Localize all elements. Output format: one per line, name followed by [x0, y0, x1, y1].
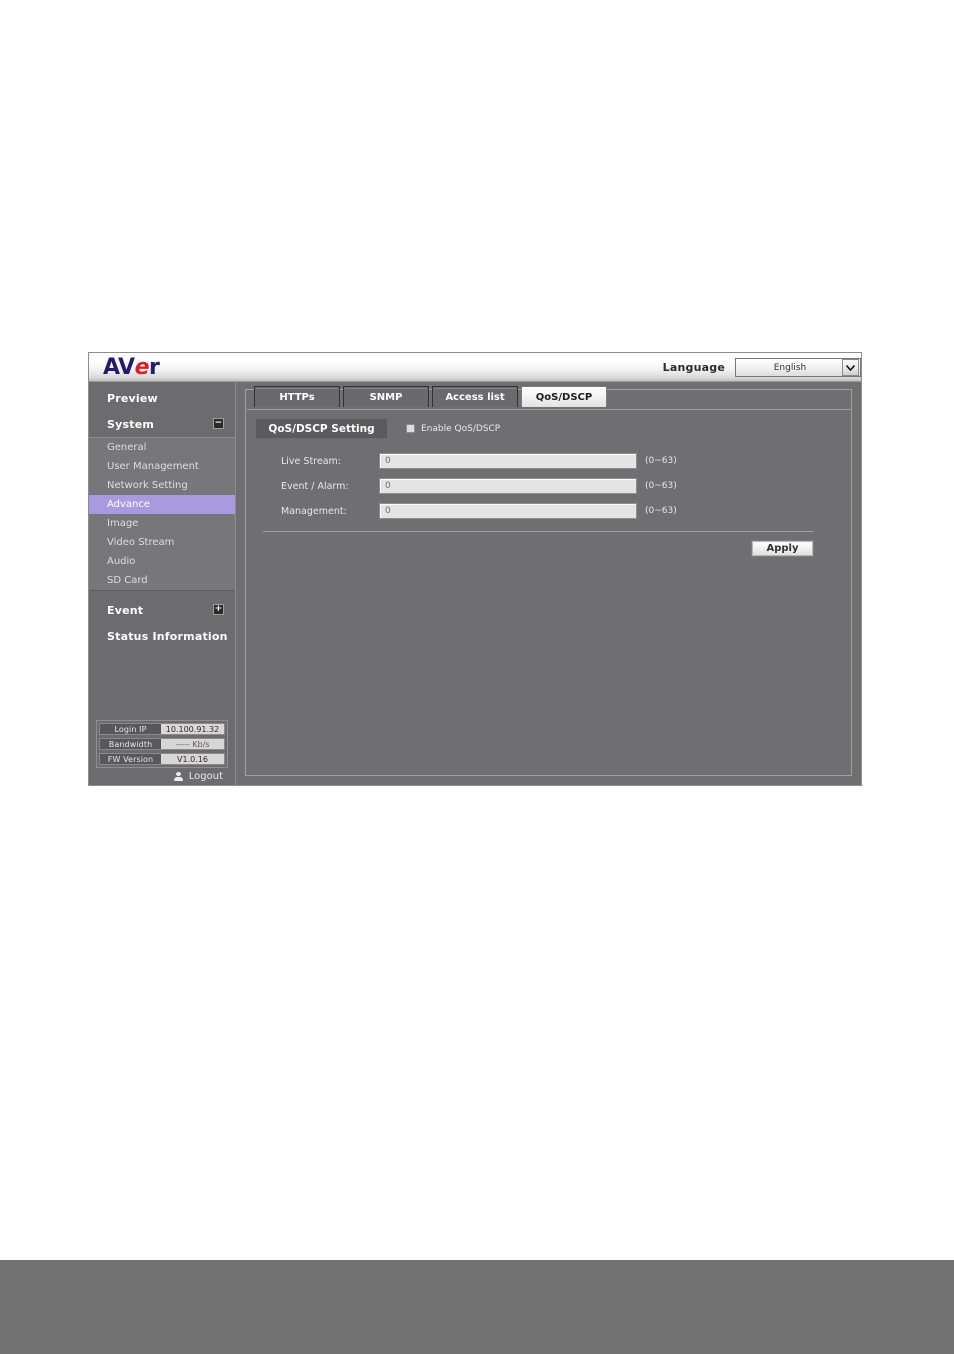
- app-body: Preview System − General User Management…: [89, 382, 861, 785]
- tab-https-label: HTTPs: [279, 391, 315, 403]
- sidebar-section-event-label: Event: [107, 603, 144, 617]
- tab-https[interactable]: HTTPs: [254, 386, 340, 407]
- status-key-login-ip: Login IP: [100, 724, 161, 734]
- sidebar-section-event[interactable]: Event +: [89, 597, 235, 623]
- logo-text-e: e: [134, 355, 150, 380]
- sidebar-item-audio-label: Audio: [107, 556, 136, 567]
- page-bottom-band: [0, 1260, 954, 1354]
- logo-text-av: AV: [103, 355, 135, 380]
- status-row-fw-version: FW Version V1.0.16: [99, 753, 225, 765]
- status-info-box: Login IP 10.100.91.32 Bandwidth ----- Kb…: [96, 720, 228, 768]
- live-stream-range-hint: (0~63): [645, 456, 677, 466]
- sidebar-section-system-label: System: [107, 417, 155, 431]
- section-header-row: QoS/DSCP Setting Enable QoS/DSCP: [255, 418, 838, 439]
- sidebar-item-sd-card-label: SD Card: [107, 575, 148, 586]
- sidebar-submenu-system: General User Management Network Setting …: [89, 437, 235, 591]
- qos-dscp-setting-button[interactable]: QoS/DSCP Setting: [255, 418, 388, 439]
- apply-button-label: Apply: [766, 543, 799, 554]
- sidebar-item-image[interactable]: Image: [89, 514, 235, 533]
- live-stream-input[interactable]: 0: [379, 453, 637, 469]
- user-icon: [173, 771, 183, 782]
- app-header: AVer Language English: [89, 353, 861, 382]
- status-key-bandwidth: Bandwidth: [100, 739, 161, 749]
- sidebar-item-sd-card[interactable]: SD Card: [89, 571, 235, 590]
- enable-qos-dscp-group[interactable]: Enable QoS/DSCP: [406, 424, 500, 434]
- sidebar-item-general[interactable]: General: [89, 438, 235, 457]
- status-row-bandwidth: Bandwidth ----- Kb/s: [99, 738, 225, 750]
- live-stream-value: 0: [385, 456, 391, 466]
- event-alarm-input[interactable]: 0: [379, 478, 637, 494]
- chevron-down-glyph: [846, 364, 855, 371]
- content-frame: HTTPs SNMP Access list QoS/DSCP QoS/DSCP…: [245, 386, 852, 776]
- live-stream-label: Live Stream:: [281, 455, 341, 467]
- language-label: Language: [662, 361, 725, 374]
- tab-bar: HTTPs SNMP Access list QoS/DSCP: [254, 386, 607, 407]
- tab-access-list[interactable]: Access list: [432, 386, 518, 407]
- sidebar-section-system[interactable]: System −: [89, 411, 235, 437]
- sidebar-item-video-stream-label: Video Stream: [107, 537, 175, 548]
- tab-snmp-label: SNMP: [369, 391, 403, 403]
- tab-qos-dscp[interactable]: QoS/DSCP: [521, 386, 607, 407]
- aver-logo: AVer: [103, 355, 160, 380]
- status-row-login-ip: Login IP 10.100.91.32: [99, 723, 225, 735]
- status-value-bandwidth: ----- Kb/s: [161, 739, 224, 749]
- tab-qos-dscp-label: QoS/DSCP: [535, 391, 593, 403]
- management-label: Management:: [281, 505, 347, 517]
- content-area: HTTPs SNMP Access list QoS/DSCP QoS/DSCP…: [236, 382, 861, 785]
- form-row-management: Management: 0 (0~63): [255, 499, 838, 523]
- logout-bar[interactable]: Logout: [89, 768, 235, 785]
- management-value: 0: [385, 506, 391, 516]
- form-row-live-stream: Live Stream: 0 (0~63): [255, 449, 838, 473]
- sidebar-item-advance-label: Advance: [107, 499, 151, 510]
- language-selector-group: Language English: [651, 355, 861, 380]
- enable-qos-dscp-label: Enable QoS/DSCP: [421, 423, 501, 434]
- event-alarm-value: 0: [385, 481, 391, 491]
- sidebar-section-status-information-label: Status Information: [107, 629, 228, 643]
- event-alarm-label: Event / Alarm:: [281, 480, 349, 492]
- minus-icon[interactable]: −: [213, 418, 224, 429]
- status-value-login-ip: 10.100.91.32: [161, 724, 224, 734]
- logout-label: Logout: [188, 771, 223, 782]
- tab-snmp[interactable]: SNMP: [343, 386, 429, 407]
- qos-dscp-panel: QoS/DSCP Setting Enable QoS/DSCP Live St…: [247, 409, 850, 774]
- enable-qos-dscp-checkbox[interactable]: [406, 424, 415, 433]
- apply-button[interactable]: Apply: [751, 540, 814, 557]
- panel-actions: Apply: [255, 532, 838, 557]
- sidebar-section-preview-label: Preview: [107, 391, 158, 405]
- sidebar-item-advance[interactable]: Advance: [89, 495, 235, 514]
- form-row-event-alarm: Event / Alarm: 0 (0~63): [255, 474, 838, 498]
- page-root: AVer Language English Preview System − G…: [0, 0, 954, 1354]
- event-alarm-range-hint: (0~63): [645, 481, 677, 491]
- sidebar-section-preview[interactable]: Preview: [89, 385, 235, 411]
- status-key-fw-version: FW Version: [100, 754, 161, 764]
- tab-access-list-label: Access list: [445, 391, 505, 403]
- logo-text-r: r: [148, 355, 160, 380]
- language-select[interactable]: English: [735, 358, 861, 377]
- sidebar-item-network-setting-label: Network Setting: [107, 480, 188, 491]
- qos-dscp-form: Live Stream: 0 (0~63) Event / Alarm: 0 (…: [255, 449, 838, 523]
- management-range-hint: (0~63): [645, 506, 677, 516]
- sidebar-item-user-management-label: User Management: [107, 461, 199, 472]
- sidebar-section-status-information[interactable]: Status Information: [89, 623, 235, 649]
- status-value-fw-version: V1.0.16: [161, 754, 224, 764]
- management-input[interactable]: 0: [379, 503, 637, 519]
- sidebar-item-general-label: General: [107, 442, 147, 453]
- chevron-down-icon[interactable]: [842, 359, 859, 376]
- sidebar-item-network-setting[interactable]: Network Setting: [89, 476, 235, 495]
- sidebar-item-user-management[interactable]: User Management: [89, 457, 235, 476]
- sidebar-item-image-label: Image: [107, 518, 139, 529]
- camera-web-ui-window: AVer Language English Preview System − G…: [88, 352, 862, 786]
- qos-dscp-setting-label: QoS/DSCP Setting: [268, 422, 375, 435]
- plus-icon[interactable]: +: [213, 604, 224, 615]
- sidebar: Preview System − General User Management…: [89, 382, 236, 785]
- sidebar-item-audio[interactable]: Audio: [89, 552, 235, 571]
- sidebar-item-video-stream[interactable]: Video Stream: [89, 533, 235, 552]
